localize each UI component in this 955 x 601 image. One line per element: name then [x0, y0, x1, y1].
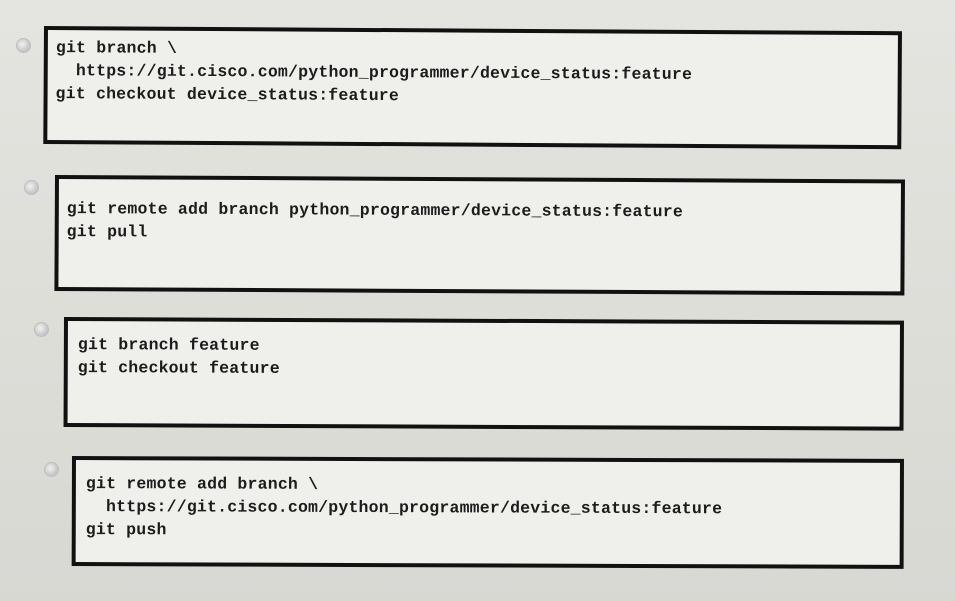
- code-line: git push: [85, 520, 167, 540]
- option-4-box[interactable]: git remote add branch \ https://git.cisc…: [71, 456, 904, 569]
- option-3-code: git branch feature git checkout feature: [78, 333, 280, 380]
- code-line: git branch feature: [77, 335, 260, 355]
- code-line: git checkout device_status:feature: [55, 84, 400, 106]
- answer-choices-screen: git branch \ https://git.cisco.com/pytho…: [0, 0, 955, 601]
- code-line: git remote add branch python_programmer/…: [66, 199, 684, 222]
- code-line: git checkout feature: [77, 358, 280, 378]
- option-4-radio[interactable]: [44, 462, 59, 477]
- code-line: git remote add branch \: [85, 474, 319, 494]
- option-4-code: git remote add branch \ https://git.cisc…: [86, 472, 723, 543]
- option-3-box[interactable]: git branch feature git checkout feature: [63, 317, 904, 431]
- option-2-box[interactable]: git remote add branch python_programmer/…: [54, 175, 905, 296]
- option-1-box[interactable]: git branch \ https://git.cisco.com/pytho…: [43, 26, 902, 150]
- option-1-radio[interactable]: [16, 38, 31, 53]
- option-2-code: git remote add branch python_programmer/…: [67, 197, 683, 246]
- code-line: git pull: [66, 222, 148, 242]
- code-line: https://git.cisco.com/python_programmer/…: [85, 497, 723, 519]
- option-1-code: git branch \ https://git.cisco.com/pytho…: [56, 36, 693, 109]
- option-2-radio[interactable]: [24, 180, 39, 195]
- option-3-radio[interactable]: [34, 322, 49, 337]
